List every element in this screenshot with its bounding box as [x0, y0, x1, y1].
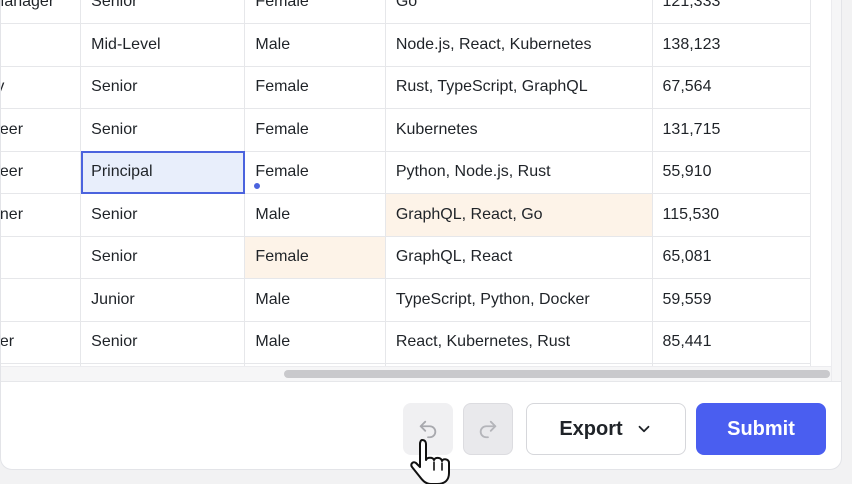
cell-salary[interactable]: 131,715 — [652, 108, 812, 152]
table-row: Mid-Level Male Node.js, React, Kubernete… — [1, 23, 812, 67]
hand-pointer-cursor-icon — [410, 439, 450, 484]
cell-skills[interactable]: GraphQL, React — [385, 236, 653, 279]
undo-icon — [419, 420, 437, 439]
horizontal-scrollbar-thumb[interactable] — [284, 370, 830, 378]
cell-level[interactable]: Senior — [80, 193, 246, 237]
data-grid-panel: Manager Senior Female Go 121,333 Mid-Lev… — [0, 0, 842, 470]
table-row: Junior Male TypeScript, Python, Docker 5… — [1, 278, 812, 322]
cell-gender[interactable]: Male — [244, 23, 386, 67]
cell-gender[interactable]: Male — [244, 193, 386, 237]
redo-button[interactable] — [463, 403, 513, 455]
cell-gender[interactable]: Male — [244, 278, 386, 322]
cell-skills[interactable]: Kubernetes — [385, 108, 653, 152]
cell-role[interactable]: eer — [1, 321, 82, 364]
cell-salary[interactable]: 55,910 — [652, 151, 812, 194]
cell-skills-highlighted[interactable]: GraphQL, React, Go — [385, 193, 653, 237]
cell-level[interactable]: Senior — [80, 236, 246, 279]
cell-gender-highlighted[interactable]: Female — [244, 236, 386, 279]
cell-role[interactable] — [1, 278, 82, 322]
redo-icon — [479, 420, 497, 439]
cell-skills[interactable]: Go — [385, 0, 653, 24]
export-button-label: Export — [559, 417, 623, 440]
submit-button[interactable]: Submit — [696, 403, 826, 455]
cell-skills[interactable]: React, Kubernetes, Rust — [385, 321, 653, 364]
cell-skills[interactable]: TypeScript, Python, Docker — [385, 278, 653, 322]
cell-skills[interactable]: Node.js, React, Kubernetes — [385, 23, 653, 67]
cell-role[interactable]: neer — [1, 108, 82, 152]
cell-skills[interactable]: Rust, TypeScript, GraphQL — [385, 66, 653, 109]
cell-role[interactable]: gner — [1, 193, 82, 237]
cell-role[interactable] — [1, 23, 82, 67]
cell-level[interactable]: Senior — [80, 66, 246, 109]
table-row: Senior Female GraphQL, React 65,081 — [1, 236, 812, 279]
cell-role[interactable]: ry — [1, 66, 82, 109]
cell-salary[interactable]: 59,559 — [652, 278, 812, 322]
cell-gender[interactable]: Male — [244, 321, 386, 364]
selection-fill-handle[interactable] — [253, 182, 261, 190]
cell-gender[interactable]: Female — [244, 66, 386, 109]
table-row: neer Principal Female Python, Node.js, R… — [1, 151, 812, 194]
cell-gender[interactable]: Female — [244, 151, 386, 194]
table-row: ry Senior Female Rust, TypeScript, Graph… — [1, 66, 812, 109]
data-grid: Manager Senior Female Go 121,333 Mid-Lev… — [1, 0, 831, 381]
export-button[interactable]: Export — [526, 403, 686, 455]
cell-level-selected[interactable]: Principal — [80, 151, 246, 194]
table-row: eer Senior Male React, Kubernetes, Rust … — [1, 321, 812, 364]
cell-level[interactable]: Senior — [80, 321, 246, 364]
cell-salary[interactable]: 67,564 — [652, 66, 812, 109]
cell-salary[interactable]: 115,530 — [652, 193, 812, 237]
cell-salary[interactable]: 85,441 — [652, 321, 812, 364]
table-row: gner Senior Male GraphQL, React, Go 115,… — [1, 193, 812, 237]
table-row: Manager Senior Female Go 121,333 — [1, 0, 812, 24]
cell-salary[interactable]: 65,081 — [652, 236, 812, 279]
cell-role[interactable]: neer — [1, 151, 82, 194]
cell-level[interactable]: Junior — [80, 278, 246, 322]
cell-gender[interactable]: Female — [244, 0, 386, 24]
cell-level[interactable]: Senior — [80, 108, 246, 152]
cell-gender[interactable]: Female — [244, 108, 386, 152]
vertical-scrollbar[interactable] — [831, 0, 841, 381]
spreadsheet-table: Manager Senior Female Go 121,333 Mid-Lev… — [1, 0, 812, 381]
table-row: neer Senior Female Kubernetes 131,715 — [1, 108, 812, 152]
footer-divider — [1, 381, 841, 382]
chevron-down-icon — [638, 425, 650, 433]
cell-skills[interactable]: Python, Node.js, Rust — [385, 151, 653, 194]
cell-role[interactable]: Manager — [1, 0, 82, 24]
cell-salary[interactable]: 121,333 — [652, 0, 812, 24]
cell-level[interactable]: Mid-Level — [80, 23, 246, 67]
cell-role[interactable] — [1, 236, 82, 279]
cell-level[interactable]: Senior — [80, 0, 246, 24]
cell-salary[interactable]: 138,123 — [652, 23, 812, 67]
